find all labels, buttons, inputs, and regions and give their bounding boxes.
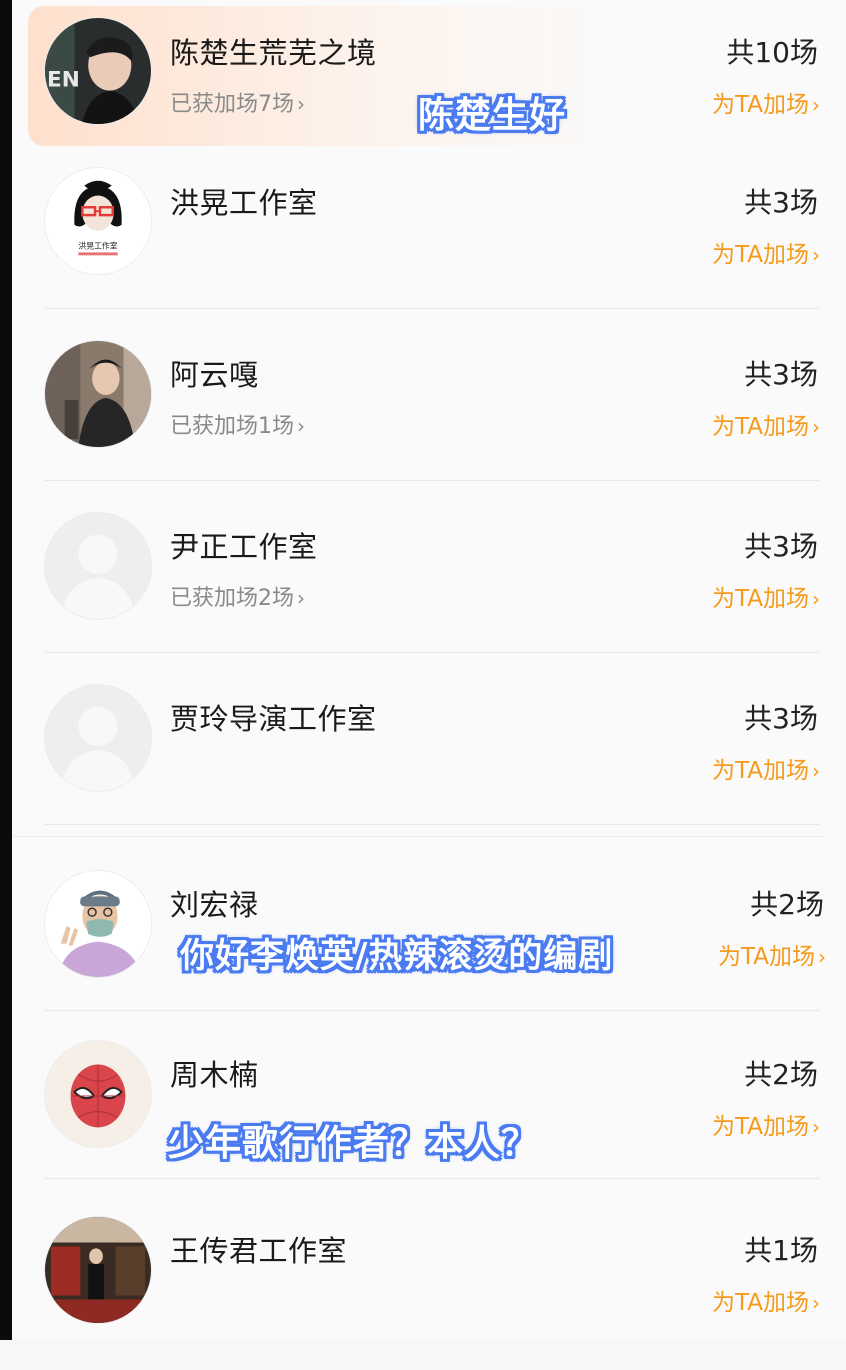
boost-label: 为TA加场: [718, 944, 815, 970]
boost-received-text: 已获加场2场: [170, 586, 294, 611]
chevron-right-icon: ›: [812, 93, 820, 117]
list-item[interactable]: 王传君工作室 共1场 为TA加场 ›: [12, 1198, 846, 1370]
caption-overlay: 少年歌行作者？本人？: [168, 1123, 539, 1164]
boost-label: 为TA加场: [712, 586, 809, 612]
caption-overlay: 陈楚生好: [418, 95, 567, 136]
divider: [44, 824, 820, 825]
default-person-icon: [45, 513, 151, 619]
avatar[interactable]: 洪晃工作室: [44, 167, 152, 275]
boost-button[interactable]: 为TA加场 ›: [712, 579, 820, 613]
artist-name: 陈楚生荒芜之境: [170, 36, 377, 70]
total-shows: 共1场: [744, 1234, 818, 1267]
chevron-right-icon: ›: [297, 414, 305, 438]
chevron-right-icon: ›: [297, 586, 305, 610]
list-item[interactable]: 尹正工作室 已获加场2场 › 共3场 为TA加场 ›: [12, 494, 846, 666]
artist-name: 洪晃工作室: [170, 186, 318, 220]
avatar[interactable]: [44, 1040, 152, 1148]
boost-button[interactable]: 为TA加场 ›: [712, 1283, 820, 1317]
divider: [44, 480, 820, 481]
total-shows: 共2场: [744, 1058, 818, 1091]
artist-name: 贾玲导演工作室: [170, 702, 377, 736]
list-item[interactable]: 贾玲导演工作室 共3场 为TA加场 ›: [12, 666, 846, 838]
avatar[interactable]: [44, 684, 152, 792]
photo-stage-icon: [45, 1217, 151, 1323]
boost-label: 为TA加场: [712, 414, 809, 440]
boost-button[interactable]: 为TA加场 ›: [712, 1107, 820, 1141]
total-shows: 共2场: [750, 888, 824, 921]
chevron-right-icon: ›: [818, 945, 826, 969]
chevron-right-icon: ›: [812, 1115, 820, 1139]
divider: [12, 836, 824, 837]
avatar[interactable]: [44, 870, 152, 978]
artist-name: 尹正工作室: [170, 530, 318, 564]
boost-received-link[interactable]: 已获加场7场 ›: [170, 86, 305, 118]
boost-label: 为TA加场: [712, 92, 809, 118]
avatar[interactable]: EN: [44, 17, 152, 125]
boost-label: 为TA加场: [712, 1290, 809, 1316]
chevron-right-icon: ›: [812, 759, 820, 783]
photo-man-icon: EN: [45, 18, 151, 124]
chevron-right-icon: ›: [297, 92, 305, 116]
avatar[interactable]: [44, 1216, 152, 1324]
total-shows: 共3场: [744, 530, 818, 563]
divider: [44, 1010, 820, 1011]
divider: [44, 652, 820, 653]
left-edge-bar: [0, 0, 12, 1340]
boost-label: 为TA加场: [712, 758, 809, 784]
artist-name: 周木楠: [170, 1058, 259, 1092]
artist-name: 阿云嘎: [170, 358, 259, 392]
boost-button[interactable]: 为TA加场 ›: [712, 751, 820, 785]
chevron-right-icon: ›: [812, 243, 820, 267]
default-person-icon: [45, 685, 151, 791]
total-shows: 共10场: [726, 36, 818, 69]
svg-text:EN: EN: [47, 68, 80, 93]
chevron-right-icon: ›: [812, 587, 820, 611]
boost-received-text: 已获加场7场: [170, 92, 294, 117]
list-item[interactable]: 洪晃工作室 洪晃工作室 共3场 为TA加场 ›: [12, 150, 846, 322]
spiderman-mask-icon: [45, 1041, 151, 1147]
boost-received-text: 已获加场1场: [170, 414, 294, 439]
cartoon-mask-man-icon: [45, 871, 151, 977]
boost-received-link[interactable]: 已获加场1场 ›: [170, 408, 305, 440]
divider: [44, 1178, 820, 1179]
list-item[interactable]: 周木楠 共2场 为TA加场 ›: [12, 1022, 846, 1194]
boost-label: 为TA加场: [712, 1114, 809, 1140]
boost-label: 为TA加场: [712, 242, 809, 268]
total-shows: 共3场: [744, 186, 818, 219]
chevron-right-icon: ›: [812, 1291, 820, 1315]
boost-button[interactable]: 为TA加场 ›: [712, 85, 820, 119]
boost-button[interactable]: 为TA加场 ›: [718, 937, 826, 971]
total-shows: 共3场: [744, 358, 818, 391]
photo-man-suit-icon: [45, 341, 151, 447]
avatar[interactable]: [44, 340, 152, 448]
boost-button[interactable]: 为TA加场 ›: [712, 235, 820, 269]
avatar[interactable]: [44, 512, 152, 620]
caption-overlay: 你好李焕英/热辣滚烫的编剧: [180, 936, 614, 976]
list-item[interactable]: 阿云嘎 已获加场1场 › 共3场 为TA加场 ›: [12, 322, 846, 494]
artist-name: 刘宏禄: [170, 888, 259, 922]
svg-text:洪晃工作室: 洪晃工作室: [78, 240, 117, 250]
divider: [44, 308, 820, 309]
studio-logo-icon: 洪晃工作室: [45, 168, 151, 274]
artist-name: 王传君工作室: [170, 1234, 348, 1268]
total-shows: 共3场: [744, 702, 818, 735]
boost-received-link[interactable]: 已获加场2场 ›: [170, 580, 305, 612]
chevron-right-icon: ›: [812, 415, 820, 439]
boost-button[interactable]: 为TA加场 ›: [712, 407, 820, 441]
